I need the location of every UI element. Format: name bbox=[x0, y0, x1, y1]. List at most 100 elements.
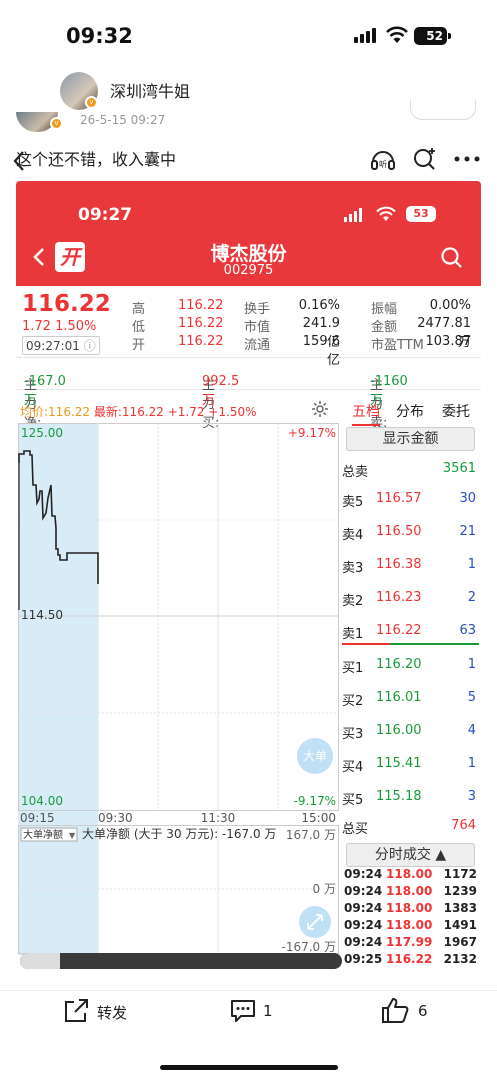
level-price: 115.18 bbox=[376, 789, 422, 804]
quote-value: 0.16% bbox=[298, 298, 340, 313]
pct-bottom-label: -9.17% bbox=[294, 794, 336, 808]
quote-value: 116.22 bbox=[178, 334, 224, 349]
post-text: 这个还不错，收入囊中 bbox=[16, 150, 177, 169]
quote-value: 116.22 bbox=[178, 316, 224, 331]
search-plus-icon[interactable] bbox=[412, 146, 438, 172]
price-change: 1.72 1.50% bbox=[22, 319, 97, 334]
svg-text:大单净额: 大单净额 bbox=[23, 828, 63, 841]
tick-volume: 1967 bbox=[443, 935, 477, 949]
level-volume: 2 bbox=[467, 590, 476, 605]
home-indicator bbox=[160, 1065, 338, 1070]
quote-label: 金额 bbox=[371, 320, 398, 335]
level-volume: 5 bbox=[467, 690, 476, 705]
search-icon[interactable] bbox=[440, 246, 464, 270]
battery-icon: 53 bbox=[406, 206, 436, 222]
author-name[interactable]: 深圳湾牛姐 bbox=[110, 78, 190, 102]
wifi-icon bbox=[386, 26, 408, 43]
level-volume: 4 bbox=[467, 723, 476, 738]
tick-price: 116.22 bbox=[386, 952, 433, 966]
signal-icon bbox=[344, 208, 362, 222]
tick-volume: 1172 bbox=[443, 867, 477, 881]
settings-gear-icon[interactable] bbox=[311, 400, 329, 418]
level-label: 卖2 bbox=[342, 594, 364, 609]
tab-five-levels[interactable]: 五档 bbox=[352, 401, 380, 426]
more-icon[interactable] bbox=[454, 156, 480, 162]
quote-label: 高 bbox=[132, 302, 146, 317]
verified-badge-icon: v bbox=[85, 96, 98, 109]
battery-icon: 52 bbox=[414, 27, 447, 45]
total-sell-value: 3561 bbox=[442, 461, 476, 476]
ask-bid-divider bbox=[342, 643, 479, 645]
tick-volume: 1383 bbox=[443, 901, 477, 915]
total-buy-value: 764 bbox=[451, 818, 476, 833]
x-label-1500: 15:00 bbox=[301, 811, 336, 825]
level-price: 116.01 bbox=[376, 690, 422, 705]
chart-legend: 均价:116.22 最新:116.22 +1.72 +1.50% bbox=[20, 403, 257, 420]
ticks-header-button[interactable]: 分时成交 ▲ bbox=[346, 843, 475, 867]
orderbook-tabs: 五档 分布 委托 bbox=[344, 396, 479, 426]
level-price: 116.00 bbox=[376, 723, 422, 738]
wifi-icon bbox=[376, 206, 396, 221]
quote-label: 低 bbox=[132, 320, 146, 335]
stock-screenshot[interactable]: 09:27 53 开 博杰股份 002975 116.22 1.72 1.50%… bbox=[16, 181, 481, 976]
horizontal-scrollbar[interactable] bbox=[20, 953, 342, 969]
sub-chart-title: 大单净额 (大于 30 万元): -167.0 万 bbox=[82, 827, 276, 841]
tick-time: 09:24 bbox=[344, 867, 383, 881]
level-price: 115.41 bbox=[376, 756, 422, 771]
quote-value: 0.00% bbox=[429, 298, 471, 313]
comment-count[interactable]: 1 bbox=[263, 1002, 273, 1020]
level-price: 116.50 bbox=[376, 524, 422, 539]
level-price: 116.57 bbox=[376, 491, 422, 506]
verified-badge-icon: v bbox=[50, 117, 63, 130]
intraday-chart[interactable]: 125.00 114.50 104.00 +9.17% -9.17% 大单 09… bbox=[18, 423, 340, 968]
tick-volume: 1239 bbox=[443, 884, 477, 898]
tick-time: 09:24 bbox=[344, 935, 383, 949]
like-count[interactable]: 6 bbox=[418, 1002, 428, 1020]
share-icon[interactable] bbox=[62, 998, 90, 1024]
tab-distribution[interactable]: 分布 bbox=[396, 401, 424, 421]
quote-label: 市值 bbox=[244, 320, 271, 335]
level-label: 买3 bbox=[342, 727, 364, 742]
level-label: 卖3 bbox=[342, 561, 364, 576]
tab-orders[interactable]: 委托 bbox=[442, 401, 470, 421]
level-label: 卖1 bbox=[342, 627, 364, 642]
quote-label: 振幅 bbox=[371, 302, 398, 317]
quote-label: 流通 bbox=[244, 338, 271, 353]
level-label: 买5 bbox=[342, 793, 364, 808]
status-time: 09:32 bbox=[66, 24, 133, 48]
sub-bottom-label: -167.0 万 bbox=[282, 940, 337, 954]
latest-price-legend: 最新:116.22 +1.72 +1.50% bbox=[93, 405, 257, 419]
tick-time: 09:25 bbox=[344, 952, 383, 966]
y-mid-label: 114.50 bbox=[21, 608, 63, 622]
level-price: 116.38 bbox=[376, 557, 422, 572]
sub-mid-label: 0 万 bbox=[313, 882, 336, 896]
comment-icon[interactable] bbox=[228, 998, 258, 1024]
level-volume: 3 bbox=[467, 789, 476, 804]
info-icon[interactable]: ⓘ bbox=[84, 339, 96, 353]
tick-price: 118.00 bbox=[386, 884, 433, 898]
level-label: 买1 bbox=[342, 661, 364, 676]
stock-name: 博杰股份 bbox=[210, 243, 287, 265]
y-bottom-label: 104.00 bbox=[21, 794, 63, 808]
x-label-1130: 11:30 bbox=[201, 811, 236, 825]
stock-code: 002975 bbox=[223, 263, 274, 278]
status-bar: 09:32 52 bbox=[0, 0, 497, 70]
forward-label[interactable]: 转发 bbox=[97, 1002, 127, 1023]
level-volume: 1 bbox=[467, 657, 476, 672]
quote-label: 开 bbox=[132, 338, 146, 353]
level-price: 116.20 bbox=[376, 657, 422, 672]
post-date: 26-5-15 09:27 bbox=[80, 113, 166, 127]
tick-volume: 1491 bbox=[443, 918, 477, 932]
y-top-label: 125.00 bbox=[21, 426, 63, 440]
x-label-0930: 09:30 bbox=[98, 811, 133, 825]
pct-top-label: +9.17% bbox=[288, 426, 336, 440]
show-amount-button[interactable]: 显示金额 bbox=[346, 427, 475, 451]
svg-text:听: 听 bbox=[379, 160, 387, 169]
tick-time: 09:24 bbox=[344, 901, 383, 915]
follow-button[interactable] bbox=[410, 100, 476, 120]
listen-icon[interactable]: 听 bbox=[369, 146, 397, 172]
level-label: 买2 bbox=[342, 694, 364, 709]
level-price: 116.23 bbox=[376, 590, 422, 605]
like-icon[interactable] bbox=[380, 996, 410, 1024]
level-volume: 30 bbox=[459, 491, 476, 506]
